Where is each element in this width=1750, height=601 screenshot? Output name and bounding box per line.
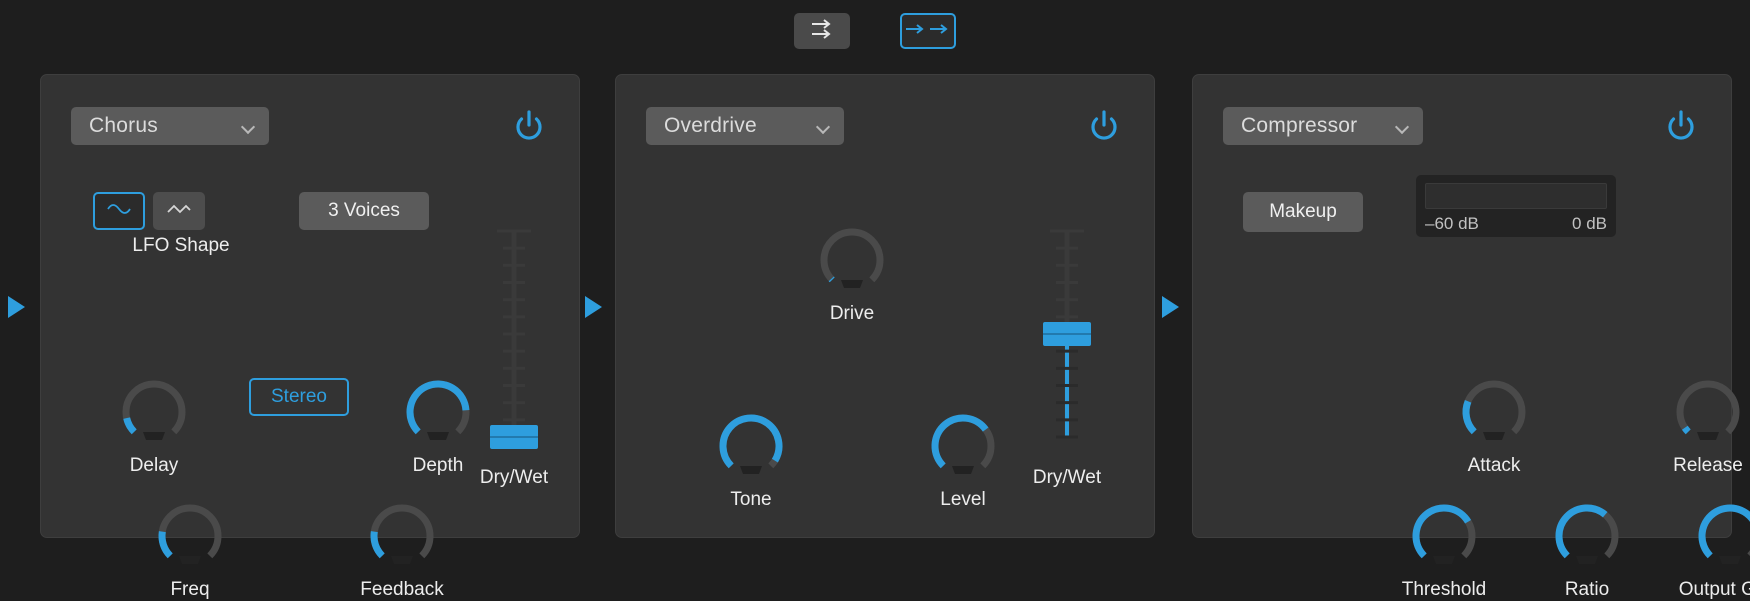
gain-reduction-meter-bar (1425, 183, 1607, 209)
tone-knob[interactable] (714, 409, 788, 483)
chevron-down-icon (1396, 122, 1409, 130)
output-gain-knob[interactable] (1693, 499, 1750, 573)
meter-max-label: 0 dB (1572, 214, 1607, 233)
drywet-label-compressor: Dry/Wet (1734, 467, 1750, 489)
lfo-shape-triangle-button[interactable] (153, 192, 205, 230)
meter-min-label: –60 dB (1425, 214, 1479, 233)
power-button-compressor[interactable] (1661, 107, 1701, 147)
overdrive-to-compressor-arrow (1162, 296, 1179, 318)
freq-label: Freq (170, 579, 210, 600)
delay-knob[interactable] (117, 375, 191, 449)
chorus-to-overdrive-arrow (585, 296, 602, 318)
threshold-knob[interactable] (1407, 499, 1481, 573)
release-label: Release (1673, 455, 1743, 476)
level-label: Level (940, 489, 986, 510)
device-selector-chorus[interactable]: Chorus (71, 107, 269, 145)
feedback-label: Feedback (360, 579, 444, 600)
drywet-slider-overdrive[interactable] (1036, 223, 1098, 455)
device-name-chorus: Chorus (89, 114, 158, 137)
freq-knob[interactable] (153, 499, 227, 573)
device-panel-compressor: Compressor Makeup –60 dB 0 dB Attack Rel… (1192, 74, 1750, 600)
drywet-label-overdrive: Dry/Wet (1032, 467, 1102, 488)
device-name-overdrive: Overdrive (664, 114, 757, 137)
tone-label: Tone (730, 489, 772, 510)
parallel-routing-button[interactable] (794, 13, 850, 49)
chevron-down-icon (817, 122, 830, 130)
drywet-slider-chorus[interactable] (483, 223, 545, 455)
input-chain-arrow (8, 296, 25, 318)
serial-arrows-icon (904, 21, 952, 42)
release-knob[interactable] (1671, 375, 1745, 449)
drive-label: Drive (829, 303, 875, 324)
triangle-wave-icon (166, 202, 192, 221)
lfo-shape-sine-button[interactable] (93, 192, 145, 230)
feedback-knob[interactable] (365, 499, 439, 573)
makeup-button[interactable]: Makeup (1243, 192, 1363, 232)
routing-toolbar (0, 0, 1750, 62)
gain-reduction-meter-scale: –60 dB 0 dB (1425, 214, 1607, 234)
power-button-chorus[interactable] (509, 107, 549, 147)
power-button-overdrive[interactable] (1084, 107, 1124, 147)
lfo-shape-label: LFO Shape (132, 235, 230, 256)
voices-button[interactable]: 3 Voices (299, 192, 429, 230)
device-selector-overdrive[interactable]: Overdrive (646, 107, 844, 145)
ratio-knob[interactable] (1550, 499, 1624, 573)
device-selector-compressor[interactable]: Compressor (1223, 107, 1423, 145)
attack-label: Attack (1467, 455, 1521, 476)
gain-reduction-meter[interactable]: –60 dB 0 dB (1416, 175, 1616, 237)
drive-knob[interactable] (815, 223, 889, 297)
drywet-label-chorus: Dry/Wet (479, 467, 549, 488)
device-panel-overdrive: Overdrive Drive Tone Level Dry/Wet (615, 74, 1155, 538)
device-name-compressor: Compressor (1241, 114, 1358, 137)
chevron-down-icon (242, 122, 255, 130)
device-panel-chorus: Chorus LFO Shape 3 Voices Stereo Delay D… (40, 74, 580, 600)
attack-knob[interactable] (1457, 375, 1531, 449)
stereo-button[interactable]: Stereo (249, 378, 349, 416)
serial-routing-button[interactable] (900, 13, 956, 49)
parallel-arrows-icon (807, 17, 837, 46)
depth-knob[interactable] (401, 375, 475, 449)
sine-wave-icon (106, 202, 132, 221)
output-gain-label: Output Gain (1678, 579, 1750, 600)
delay-label: Delay (129, 455, 179, 476)
